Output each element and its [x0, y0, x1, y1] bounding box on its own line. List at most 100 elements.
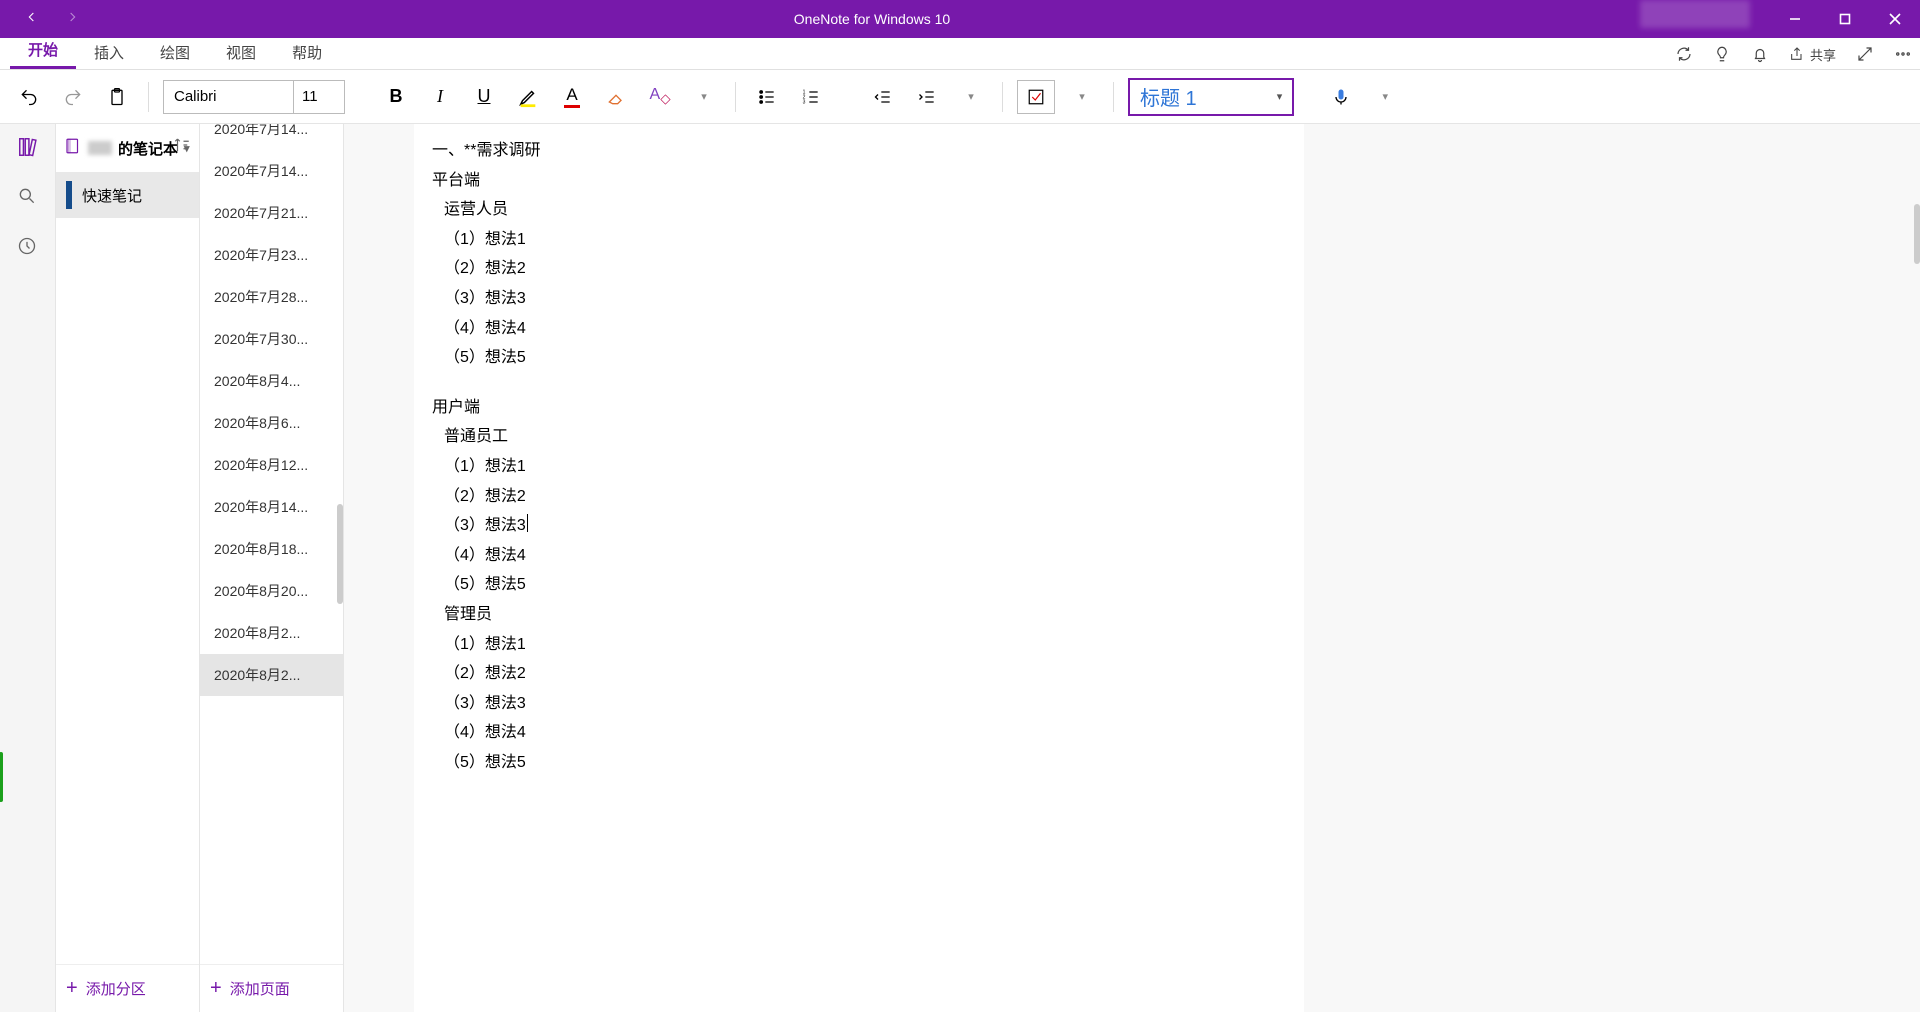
- idea[interactable]: （2）想法2: [432, 482, 1286, 512]
- page-item[interactable]: 2020年8月14...: [200, 486, 343, 528]
- page-item[interactable]: 2020年7月30...: [200, 318, 343, 360]
- page-item[interactable]: 2020年7月14...: [200, 124, 343, 150]
- toolbar: B I U A A◇ ▾ 123 ▾ ▾ 标题 1 ▾ ▾: [0, 70, 1920, 124]
- tab-home[interactable]: 开始: [10, 33, 76, 69]
- page-item[interactable]: 2020年8月2...: [200, 654, 343, 696]
- page-body[interactable]: 一、**需求调研 平台端 运营人员 （1）想法1 （2）想法2 （3）想法3 （…: [414, 124, 1304, 1012]
- section-b[interactable]: 用户端: [432, 393, 1286, 423]
- idea[interactable]: （3）想法3: [432, 689, 1286, 719]
- role-a1[interactable]: 运营人员: [432, 195, 1286, 225]
- titlebar: OneNote for Windows 10: [0, 0, 1920, 38]
- section-label: 快速笔记: [82, 185, 142, 206]
- canvas[interactable]: 一、**需求调研 平台端 运营人员 （1）想法1 （2）想法2 （3）想法3 （…: [344, 124, 1920, 1012]
- sync-icon[interactable]: [1675, 45, 1693, 63]
- idea[interactable]: （1）想法1: [432, 630, 1286, 660]
- ribbon-tabs: 开始 插入 绘图 视图 帮助 共享: [0, 38, 1920, 70]
- bold-button[interactable]: B: [379, 80, 413, 114]
- close-button[interactable]: [1870, 0, 1920, 38]
- redo-button[interactable]: [56, 80, 90, 114]
- highlight-button[interactable]: [511, 80, 545, 114]
- svg-text:3: 3: [803, 99, 806, 105]
- account-area[interactable]: [1640, 0, 1750, 28]
- edge-indicator: [0, 752, 3, 802]
- style-label: 标题 1: [1140, 82, 1197, 111]
- back-button[interactable]: [24, 9, 40, 30]
- add-page-button[interactable]: + 添加页面: [200, 964, 343, 1012]
- search-icon[interactable]: [17, 186, 39, 208]
- page-item[interactable]: 2020年7月21...: [200, 192, 343, 234]
- font-selector[interactable]: [163, 80, 345, 114]
- idea[interactable]: （5）想法5: [432, 570, 1286, 600]
- undo-button[interactable]: [12, 80, 46, 114]
- idea[interactable]: （3）想法3: [432, 511, 1286, 541]
- content-heading[interactable]: 一、**需求调研: [432, 136, 1286, 166]
- idea[interactable]: （5）想法5: [432, 748, 1286, 778]
- tag-more-button[interactable]: ▾: [1065, 80, 1099, 114]
- add-section-button[interactable]: + 添加分区: [56, 964, 199, 1012]
- idea[interactable]: （3）想法3: [432, 284, 1286, 314]
- canvas-scrollbar[interactable]: [1914, 204, 1920, 264]
- outdent-button[interactable]: [866, 80, 900, 114]
- section-item[interactable]: 快速笔记: [56, 172, 199, 218]
- clear-format-button[interactable]: A◇: [643, 80, 677, 114]
- page-item[interactable]: 2020年8月6...: [200, 402, 343, 444]
- todo-tag-button[interactable]: [1017, 80, 1055, 114]
- idea[interactable]: （4）想法4: [432, 314, 1286, 344]
- bullets-button[interactable]: [750, 80, 784, 114]
- role-b2[interactable]: 管理员: [432, 600, 1286, 630]
- italic-button[interactable]: I: [423, 80, 457, 114]
- pages-scrollbar[interactable]: [337, 504, 343, 604]
- page-item[interactable]: 2020年7月23...: [200, 234, 343, 276]
- idea[interactable]: （5）想法5: [432, 343, 1286, 373]
- maximize-button[interactable]: [1820, 0, 1870, 38]
- forward-button[interactable]: [64, 9, 80, 30]
- section-a[interactable]: 平台端: [432, 166, 1286, 196]
- notebook-name-blur: [88, 141, 112, 155]
- pages-pane: 2020年7月14...2020年7月14...2020年7月21...2020…: [200, 124, 344, 1012]
- underline-button[interactable]: U: [467, 80, 501, 114]
- idea[interactable]: （2）想法2: [432, 254, 1286, 284]
- page-item[interactable]: 2020年7月28...: [200, 276, 343, 318]
- more-icon[interactable]: [1894, 45, 1912, 63]
- share-button[interactable]: 共享: [1789, 45, 1836, 64]
- font-size-input[interactable]: [294, 81, 344, 113]
- page-item[interactable]: 2020年8月4...: [200, 360, 343, 402]
- app-title: OneNote for Windows 10: [104, 11, 1640, 27]
- nav-rail: [0, 124, 56, 1012]
- clipboard-button[interactable]: [100, 80, 134, 114]
- font-more-button[interactable]: ▾: [687, 80, 721, 114]
- page-item[interactable]: 2020年8月12...: [200, 444, 343, 486]
- indent-button[interactable]: [910, 80, 944, 114]
- heading-style-select[interactable]: 标题 1 ▾: [1128, 78, 1294, 116]
- tab-insert[interactable]: 插入: [76, 36, 142, 69]
- page-item[interactable]: 2020年8月18...: [200, 528, 343, 570]
- bell-icon[interactable]: [1751, 45, 1769, 63]
- notebook-suffix: 的笔记本: [118, 138, 178, 159]
- tab-draw[interactable]: 绘图: [142, 36, 208, 69]
- idea[interactable]: （1）想法1: [432, 225, 1286, 255]
- dictate-button[interactable]: [1324, 80, 1358, 114]
- eraser-button[interactable]: [599, 80, 633, 114]
- minimize-button[interactable]: [1770, 0, 1820, 38]
- idea[interactable]: （4）想法4: [432, 541, 1286, 571]
- sort-icon[interactable]: [173, 136, 191, 159]
- tab-help[interactable]: 帮助: [274, 36, 340, 69]
- notebooks-icon[interactable]: [17, 136, 39, 158]
- role-b1[interactable]: 普通员工: [432, 422, 1286, 452]
- idea[interactable]: （1）想法1: [432, 452, 1286, 482]
- paragraph-more-button[interactable]: ▾: [954, 80, 988, 114]
- page-item[interactable]: 2020年7月14...: [200, 150, 343, 192]
- toolbar-more-button[interactable]: ▾: [1368, 80, 1402, 114]
- font-name-input[interactable]: [164, 81, 294, 113]
- page-item[interactable]: 2020年8月2...: [200, 612, 343, 654]
- tab-view[interactable]: 视图: [208, 36, 274, 69]
- font-color-button[interactable]: A: [555, 80, 589, 114]
- lightbulb-icon[interactable]: [1713, 45, 1731, 63]
- sections-pane: 的笔记本 ▾ 快速笔记 + 添加分区: [56, 124, 200, 1012]
- fullscreen-icon[interactable]: [1856, 45, 1874, 63]
- page-item[interactable]: 2020年8月20...: [200, 570, 343, 612]
- idea[interactable]: （4）想法4: [432, 718, 1286, 748]
- recent-icon[interactable]: [17, 236, 39, 258]
- idea[interactable]: （2）想法2: [432, 659, 1286, 689]
- numbering-button[interactable]: 123: [794, 80, 828, 114]
